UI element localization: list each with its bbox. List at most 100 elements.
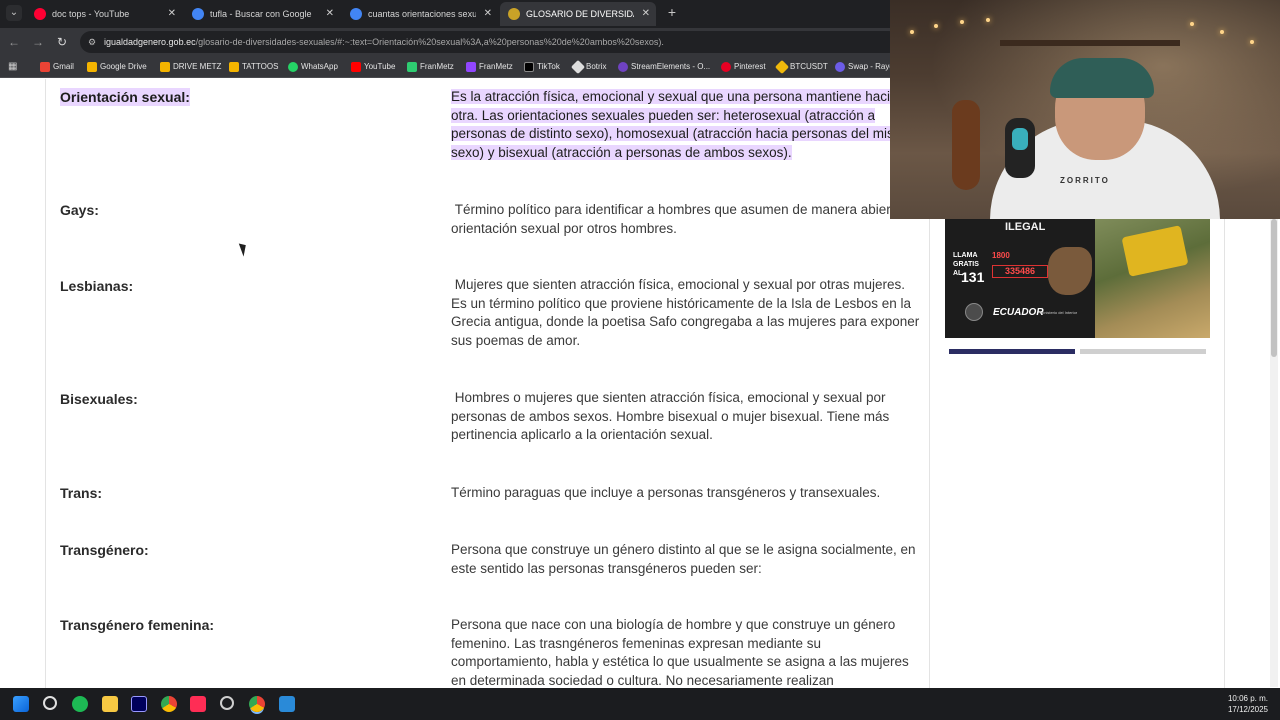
close-icon[interactable]: ✕: [168, 2, 176, 26]
tab-orientaciones[interactable]: cuantas orientaciones sexuales ✕: [342, 2, 498, 26]
bookmark-streamelements[interactable]: StreamElements - O...: [618, 56, 710, 77]
bookmark-tattoos[interactable]: TATTOOS: [229, 56, 278, 77]
bookmark-label: BTCUSDT: [790, 62, 828, 71]
drive-icon: [229, 62, 239, 72]
microphone-glow: [1012, 128, 1028, 150]
chrome-icon[interactable]: [161, 696, 177, 712]
bookmark-swap-rayd[interactable]: Swap - Rayd: [835, 56, 894, 77]
forward-arrow-icon[interactable]: →: [30, 33, 46, 51]
tiktok-icon: [524, 62, 534, 72]
string-light: [934, 24, 938, 28]
kick-icon: [407, 62, 417, 72]
bookmark-drive-metz[interactable]: DRIVE METZ: [160, 56, 221, 77]
glossary-definition: Persona que nace con una biología de hom…: [451, 617, 909, 688]
bookmark-franmetz-kick[interactable]: FranMetz: [407, 56, 454, 77]
app-icon[interactable]: [279, 696, 295, 712]
glossary-term: Transgénero:: [60, 542, 149, 558]
police-badge-icon: [965, 303, 983, 321]
close-icon[interactable]: ✕: [642, 2, 650, 26]
ad-phone-digits: 335486: [992, 265, 1048, 278]
ad-banner[interactable]: ILEGAL LLAMA GRATIS AL 131 1800 335486 E…: [945, 219, 1210, 338]
tab-glosario[interactable]: GLOSARIO DE DIVERSIDADES S ✕: [500, 2, 656, 26]
drive-icon: [87, 62, 97, 72]
bookmark-gmail[interactable]: Gmail: [40, 56, 74, 77]
windows-start-icon[interactable]: [13, 696, 29, 712]
new-tab-button[interactable]: +: [664, 4, 680, 22]
ecuador-map-icon: [1048, 247, 1092, 295]
search-icon[interactable]: [43, 696, 57, 710]
twitch-icon: [466, 62, 476, 72]
file-explorer-icon[interactable]: [102, 696, 118, 712]
bookmark-label: TikTok: [537, 62, 560, 71]
scrollbar-thumb[interactable]: [1271, 219, 1277, 357]
glossary-definition: Hombres o mujeres que sienten atracción …: [451, 390, 893, 443]
spotify-icon[interactable]: [72, 696, 88, 712]
close-icon[interactable]: ✕: [326, 2, 334, 26]
site-info-icon[interactable]: ⚙: [86, 36, 98, 48]
glossary-term: Lesbianas:: [60, 278, 134, 294]
bookmark-tiktok[interactable]: TikTok: [524, 56, 560, 77]
windows-taskbar: 10:06 p. m. 17/12/2025: [0, 688, 1280, 720]
string-light: [1190, 22, 1194, 26]
ad-call-number: 131: [961, 269, 985, 285]
chrome-active-icon[interactable]: [249, 696, 265, 712]
glossary-definition: Es la atracción física, emocional y sexu…: [451, 88, 921, 162]
bookmark-botrix[interactable]: Botrix: [570, 56, 607, 77]
url-text[interactable]: igualdadgenero.gob.ec/glosario-de-divers…: [104, 31, 664, 53]
bookmark-google-drive[interactable]: Google Drive: [87, 56, 147, 77]
google-icon: [192, 8, 204, 20]
obs-icon[interactable]: [220, 696, 234, 710]
ad-phone: 1800: [992, 251, 1010, 260]
tab-tufla[interactable]: tufla - Buscar con Google ✕: [184, 2, 340, 26]
excavator-image: [1121, 225, 1189, 277]
binance-icon: [774, 59, 790, 75]
bookmark-btcusdt[interactable]: BTCUSDT: [774, 56, 828, 77]
tab-search-icon[interactable]: ⌄: [6, 5, 22, 21]
term-highlight: Orientación sexual:: [60, 88, 190, 106]
guitar-image: [952, 100, 980, 190]
content-frame: [45, 79, 930, 688]
site-favicon-icon: [508, 8, 520, 20]
close-icon[interactable]: ✕: [484, 2, 492, 26]
carousel-dot[interactable]: [1080, 349, 1206, 354]
reload-icon[interactable]: ↻: [54, 33, 70, 51]
bookmark-label: DRIVE METZ: [173, 62, 222, 71]
carousel-dot-active[interactable]: [949, 349, 1075, 354]
glossary-term: Transgénero femenina:: [60, 617, 215, 633]
address-bar[interactable]: ⚙ igualdadgenero.gob.ec/glosario-de-dive…: [80, 31, 900, 53]
ad-text-panel: ILEGAL LLAMA GRATIS AL 131 1800 335486 E…: [945, 219, 1095, 338]
ad-brand: ECUADOR: [993, 307, 1044, 318]
bookmark-label: FranMetz: [479, 62, 513, 71]
pinterest-icon: [721, 62, 731, 72]
bookmark-youtube[interactable]: YouTube: [351, 56, 395, 77]
tab-doc-tops[interactable]: doc tops - YouTube ✕: [26, 2, 182, 26]
bookmark-label: Swap - Rayd: [848, 62, 894, 71]
whatsapp-icon: [288, 62, 298, 72]
ad-photo: [1095, 219, 1210, 338]
url-domain: igualdadgenero.gob.ec: [104, 37, 196, 47]
bookmark-label: Botrix: [586, 62, 607, 71]
bookmark-whatsapp[interactable]: WhatsApp: [288, 56, 338, 77]
glossary-definition: Término paraguas que incluye a personas …: [451, 485, 881, 500]
string-light: [960, 20, 964, 24]
definition-highlight: Es la atracción física, emocional y sexu…: [451, 89, 913, 160]
tab-label: doc tops - YouTube: [52, 9, 130, 19]
string-light: [1220, 30, 1224, 34]
apps-grid-icon[interactable]: ▦: [8, 61, 20, 73]
back-arrow-icon[interactable]: ←: [6, 33, 22, 51]
drive-icon: [160, 62, 170, 72]
bookmark-label: TATTOOS: [242, 62, 279, 71]
glossary-definition: Persona que construye un género distinto…: [451, 542, 916, 576]
page-scrollbar[interactable]: [1270, 217, 1278, 687]
google-icon: [350, 8, 362, 20]
premiere-pro-icon[interactable]: [131, 696, 147, 712]
bookmark-pinterest[interactable]: Pinterest: [721, 56, 766, 77]
youtube-icon: [351, 62, 361, 72]
system-clock[interactable]: 10:06 p. m. 17/12/2025: [1228, 693, 1268, 715]
bookmark-label: Gmail: [53, 62, 74, 71]
bookmark-franmetz-twitch[interactable]: FranMetz: [466, 56, 513, 77]
tab-label: tufla - Buscar con Google: [210, 9, 312, 19]
bookmark-label: Google Drive: [100, 62, 147, 71]
tiktok-live-icon[interactable]: [190, 696, 206, 712]
raydium-icon: [835, 62, 845, 72]
